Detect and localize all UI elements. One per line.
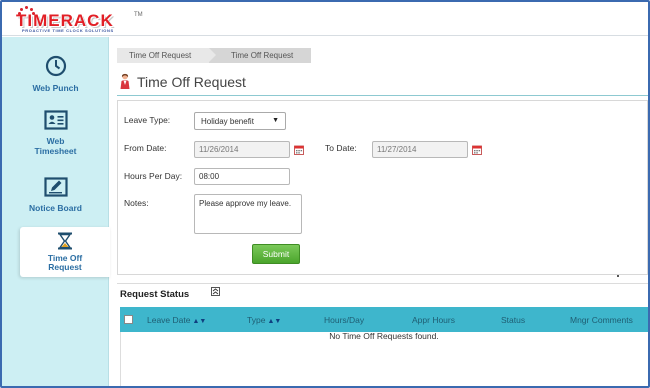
column-header-mngr-comments: Mngr Comments (570, 315, 633, 325)
to-date-field[interactable]: 11/27/2014 (372, 141, 468, 158)
clock-icon (2, 55, 109, 79)
sidebar-item-label: Web Timesheet (34, 136, 77, 156)
sidebar-item-label: Web Punch (32, 83, 79, 93)
submit-button[interactable]: Submit (252, 244, 300, 264)
title-divider (117, 95, 648, 96)
leave-type-label: Leave Type: (124, 115, 171, 125)
from-date-label: From Date: (124, 143, 167, 153)
empty-table-message: No Time Off Requests found. (329, 331, 439, 341)
leave-type-select[interactable]: Holiday benefit ▼ (194, 112, 286, 130)
breadcrumb-item-current: Time Off Request (209, 48, 311, 63)
table-header: Leave Date ▲▼ Type ▲▼ Hours/Day Appr Hours… (120, 307, 648, 332)
column-header-type[interactable]: Type ▲▼ (247, 315, 281, 325)
column-header-hours-day: Hours/Day (324, 315, 365, 325)
leave-type-value: Holiday benefit (201, 117, 254, 126)
page-title: Time Off Request (137, 74, 246, 90)
column-label: Type (247, 315, 266, 325)
logo-tagline: PROACTIVE TIME CLOCK SOLUTIONS (22, 28, 114, 33)
time-off-form: Leave Type: Holiday benefit ▼ From Date:… (117, 100, 648, 275)
notes-label: Notes: (124, 198, 149, 208)
hourglass-icon (20, 232, 110, 252)
dropdown-arrow-icon: ▼ (272, 117, 279, 124)
sidebar-item-web-punch[interactable]: Web Punch (2, 55, 109, 93)
column-header-status: Status (501, 315, 526, 325)
notice-edit-icon (2, 177, 109, 199)
to-date-label: To Date: (325, 143, 357, 153)
app-window: TIMERACK TM PROACTIVE TIME CLOCK SOLUTIO… (0, 0, 650, 388)
sidebar-item-web-timesheet[interactable]: Web Timesheet (2, 110, 109, 156)
notes-textarea[interactable]: Please approve my leave. (194, 194, 302, 234)
column-header-leave-date[interactable]: Leave Date ▲▼ (147, 315, 206, 325)
column-label: Leave Date (147, 315, 191, 325)
hours-per-day-field[interactable]: 08:00 (194, 168, 290, 185)
sidebar-item-time-off-request[interactable]: Time Off Request (20, 227, 110, 277)
sidebar: Web Punch Web Timesheet Notice Board Tim… (2, 37, 110, 386)
sort-icon: ▲▼ (192, 318, 207, 325)
main-content: Time Off Request Time Off Request Time O… (110, 37, 648, 386)
calendar-icon[interactable] (472, 145, 482, 155)
calendar-icon[interactable] (294, 145, 304, 155)
person-icon (119, 73, 131, 92)
request-status-title: Request Status (120, 289, 190, 300)
timerack-logo[interactable]: TIMERACK TM PROACTIVE TIME CLOCK SOLUTIO… (14, 6, 149, 33)
id-card-icon (2, 110, 109, 132)
hours-per-day-label: Hours Per Day: (124, 171, 183, 181)
sort-icon: ▲▼ (267, 318, 282, 325)
header-bar: TIMERACK TM PROACTIVE TIME CLOCK SOLUTIO… (2, 2, 648, 36)
sidebar-item-label: Time Off Request (47, 253, 83, 272)
logo-trademark: TM (134, 12, 143, 18)
sidebar-item-notice-board[interactable]: Notice Board (2, 177, 109, 213)
sidebar-item-label: Notice Board (29, 203, 82, 213)
cursor-dot (617, 275, 619, 277)
column-header-appr-hours: Appr Hours (412, 315, 455, 325)
from-date-field[interactable]: 11/26/2014 (194, 141, 290, 158)
breadcrumb-item[interactable]: Time Off Request (117, 48, 216, 63)
collapse-toggle-icon[interactable] (211, 287, 220, 296)
select-all-checkbox[interactable] (124, 315, 133, 324)
